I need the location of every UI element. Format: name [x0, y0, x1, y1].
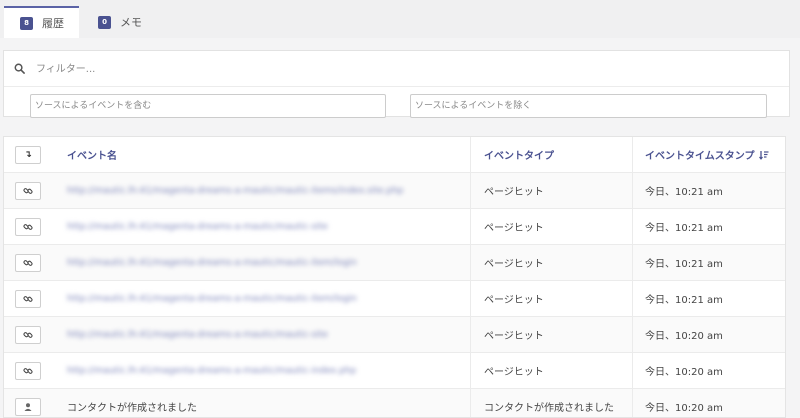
event-name: コンタクトが作成されました: [67, 403, 197, 414]
table-row: http://mautic.lh:41/magenta-dreams-a-mau…: [4, 281, 785, 317]
table-row: コンタクトが作成されました コンタクトが作成されました 今日、10:20 am: [4, 389, 785, 417]
row-action-cell: [4, 281, 52, 316]
event-timestamp: 今日、10:20 am: [632, 353, 785, 388]
event-name[interactable]: http://mautic.lh:41/magenta-dreams-a-mau…: [67, 258, 357, 268]
link-icon: [23, 294, 33, 304]
event-name-cell: コンタクトが作成されました: [52, 389, 470, 417]
filter-row: [4, 51, 789, 87]
filter-input[interactable]: [34, 58, 638, 80]
row-action-cell: [4, 209, 52, 244]
event-type: ページヒット: [470, 209, 632, 244]
event-name-cell: http://mautic.lh:41/magenta-dreams-a-mau…: [52, 245, 470, 280]
event-type: ページヒット: [470, 173, 632, 208]
event-name-cell: http://mautic.lh:41/magenta-dreams-a-mau…: [52, 281, 470, 316]
event-timestamp: 今日、10:20 am: [632, 389, 785, 417]
event-name[interactable]: http://mautic.lh:41/magenta-dreams-a-mau…: [67, 330, 328, 340]
link-icon: [23, 366, 33, 376]
tab-history[interactable]: 8 履歴: [4, 6, 79, 38]
row-action-cell: [4, 173, 52, 208]
event-timestamp: 今日、10:21 am: [632, 209, 785, 244]
include-source-input[interactable]: [30, 94, 386, 118]
row-detail-button[interactable]: [15, 361, 41, 380]
exclude-source-input[interactable]: [410, 94, 767, 118]
event-name[interactable]: http://mautic.lh:41/magenta-dreams-a-mau…: [67, 366, 356, 376]
sort-toggle-button[interactable]: ↴: [15, 145, 41, 164]
event-name[interactable]: http://mautic.lh:41/magenta-dreams-a-mau…: [67, 222, 328, 232]
row-detail-button[interactable]: [15, 325, 41, 344]
sort-desc-icon: [758, 150, 768, 160]
filter-panel: [3, 50, 790, 118]
header-event-timestamp-label: イベントタイムスタンプ: [645, 151, 755, 162]
sort-arrow-icon: ↴: [24, 149, 32, 160]
table-row: http://mautic.lh:41/magenta-dreams-a-mau…: [4, 317, 785, 353]
tab-notes[interactable]: 0 メモ: [82, 6, 172, 38]
event-name-cell: http://mautic.lh:41/magenta-dreams-a-mau…: [52, 317, 470, 352]
event-name[interactable]: http://mautic.lh:41/magenta-dreams-a-mau…: [67, 186, 403, 196]
event-timestamp: 今日、10:21 am: [632, 173, 785, 208]
table-row: http://mautic.lh:41/magenta-dreams-a-mau…: [4, 353, 785, 389]
header-event-type[interactable]: イベントタイプ: [470, 137, 632, 172]
header-event-timestamp[interactable]: イベントタイムスタンプ: [632, 137, 785, 172]
table-header: ↴ イベント名 イベントタイプ イベントタイムスタンプ: [4, 137, 785, 173]
tab-bar: 8 履歴 0 メモ: [0, 0, 800, 38]
link-icon: [23, 258, 33, 268]
row-action-cell: [4, 245, 52, 280]
event-type: コンタクトが作成されました: [470, 389, 632, 417]
link-icon: [23, 330, 33, 340]
event-timestamp: 今日、10:21 am: [632, 281, 785, 316]
event-type: ページヒット: [470, 281, 632, 316]
row-action-cell: [4, 389, 52, 417]
event-name-cell: http://mautic.lh:41/magenta-dreams-a-mau…: [52, 173, 470, 208]
event-name[interactable]: http://mautic.lh:41/magenta-dreams-a-mau…: [67, 294, 357, 304]
row-action-cell: [4, 317, 52, 352]
history-count-badge: 8: [20, 16, 33, 30]
row-detail-button[interactable]: [15, 217, 41, 236]
user-icon: [23, 402, 33, 412]
row-detail-button[interactable]: [15, 397, 41, 416]
event-type: ページヒット: [470, 317, 632, 352]
table-row: http://mautic.lh:41/magenta-dreams-a-mau…: [4, 209, 785, 245]
event-name-cell: http://mautic.lh:41/magenta-dreams-a-mau…: [52, 209, 470, 244]
link-icon: [23, 222, 33, 232]
table-row: http://mautic.lh:41/magenta-dreams-a-mau…: [4, 173, 785, 209]
row-detail-button[interactable]: [15, 253, 41, 272]
event-type: ページヒット: [470, 353, 632, 388]
tab-notes-label: メモ: [120, 16, 142, 29]
table-row: http://mautic.lh:41/magenta-dreams-a-mau…: [4, 245, 785, 281]
header-button-cell: ↴: [4, 137, 52, 172]
row-detail-button[interactable]: [15, 181, 41, 200]
event-timestamp: 今日、10:21 am: [632, 245, 785, 280]
event-type: ページヒット: [470, 245, 632, 280]
event-table: ↴ イベント名 イベントタイプ イベントタイムスタンプ http://mauti…: [3, 136, 786, 418]
event-timestamp: 今日、10:20 am: [632, 317, 785, 352]
link-icon: [23, 186, 33, 196]
search-icon: [14, 63, 25, 74]
header-event-name[interactable]: イベント名: [52, 137, 470, 172]
event-name-cell: http://mautic.lh:41/magenta-dreams-a-mau…: [52, 353, 470, 388]
tab-history-label: 履歴: [42, 17, 64, 30]
row-detail-button[interactable]: [15, 289, 41, 308]
notes-count-badge: 0: [98, 15, 111, 29]
row-action-cell: [4, 353, 52, 388]
